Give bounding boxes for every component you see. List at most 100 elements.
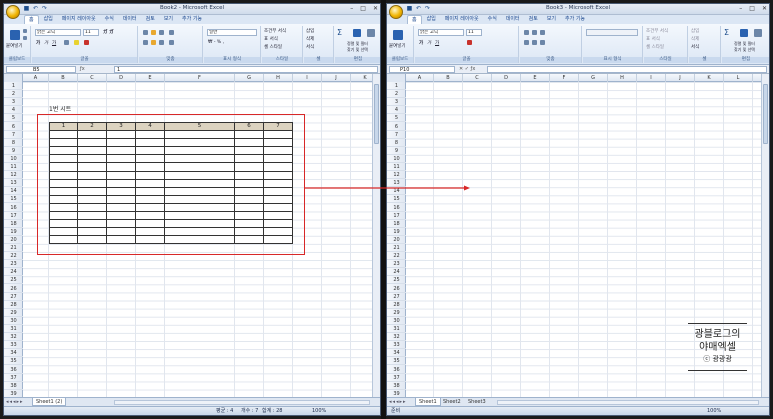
row-header[interactable]: 30 <box>4 317 23 325</box>
column-header[interactable]: J <box>666 74 695 82</box>
row-header[interactable]: 31 <box>4 325 23 334</box>
tab-review[interactable]: 검토 <box>142 15 159 24</box>
paste-icon[interactable] <box>393 30 403 40</box>
row-header[interactable]: 32 <box>4 333 23 342</box>
column-header[interactable]: E <box>521 74 550 82</box>
column-header[interactable]: G <box>579 74 608 82</box>
format-button[interactable]: 서식 <box>691 44 699 50</box>
autosum-icon[interactable]: Σ <box>724 28 729 37</box>
select-all-corner[interactable] <box>4 74 23 82</box>
sheet-tab[interactable]: Sheet1 (2) <box>32 398 67 406</box>
row-header[interactable]: 1 <box>4 82 23 91</box>
bold-icon[interactable]: 가 <box>36 40 40 46</box>
column-header[interactable]: J <box>322 74 351 82</box>
column-header[interactable]: C <box>463 74 492 82</box>
align-top-icon[interactable] <box>143 30 148 35</box>
row-header[interactable]: 35 <box>4 357 23 366</box>
column-header[interactable]: C <box>78 74 107 82</box>
row-header[interactable]: 19 <box>4 228 23 236</box>
row-header[interactable]: 30 <box>387 317 406 325</box>
name-box[interactable]: B5 <box>6 66 76 73</box>
row-header[interactable]: 1 <box>387 82 406 91</box>
table-format-button[interactable]: 표 서식 <box>646 36 660 42</box>
row-header[interactable]: 33 <box>387 341 406 350</box>
border-icon[interactable] <box>64 40 69 45</box>
conditional-format-button[interactable]: 조건부 서식 <box>264 28 286 34</box>
column-header[interactable]: M <box>753 74 761 82</box>
currency-icon[interactable]: ₩ - % , <box>208 40 224 45</box>
row-header[interactable]: 4 <box>4 106 23 115</box>
close-icon[interactable]: ✕ <box>762 4 767 14</box>
column-header[interactable]: G <box>235 74 264 82</box>
tab-insert[interactable]: 삽입 <box>40 15 57 24</box>
align-left-icon[interactable] <box>524 40 529 45</box>
horizontal-scrollbar[interactable] <box>114 400 370 405</box>
table-format-button[interactable]: 표 서식 <box>264 36 278 42</box>
row-header[interactable]: 16 <box>387 204 406 212</box>
delete-button[interactable]: 삭제 <box>306 36 314 42</box>
vertical-scrollbar[interactable] <box>761 74 769 397</box>
row-header[interactable]: 33 <box>4 341 23 350</box>
row-header[interactable]: 20 <box>387 236 406 244</box>
row-header[interactable]: 27 <box>4 293 23 301</box>
font-size-box[interactable]: 11 <box>466 29 482 36</box>
sheet-nav-icon[interactable]: ◂◂◂▸▸ <box>6 398 24 406</box>
row-header[interactable]: 10 <box>387 155 406 163</box>
column-header[interactable]: D <box>107 74 136 82</box>
column-header[interactable]: L <box>724 74 753 82</box>
fill-color-icon[interactable] <box>74 40 79 45</box>
row-header[interactable]: 2 <box>387 90 406 99</box>
row-header[interactable]: 20 <box>4 236 23 244</box>
fx-icon[interactable]: ƒx <box>80 66 85 73</box>
row-header[interactable]: 39 <box>387 390 406 397</box>
row-header[interactable]: 4 <box>387 106 406 115</box>
column-header[interactable]: I <box>637 74 666 82</box>
sort-filter-icon[interactable] <box>740 29 748 37</box>
column-header[interactable]: D <box>492 74 521 82</box>
tab-home[interactable]: 홈 <box>24 15 39 24</box>
maximize-icon[interactable]: □ <box>749 4 755 14</box>
row-header[interactable]: 3 <box>387 98 406 107</box>
row-header[interactable]: 16 <box>4 204 23 212</box>
row-header[interactable]: 18 <box>387 220 406 228</box>
align-bottom-icon[interactable] <box>159 30 164 35</box>
row-header[interactable]: 29 <box>4 309 23 317</box>
merge-icon[interactable] <box>169 40 174 45</box>
number-format-box[interactable]: 일반 <box>207 29 257 36</box>
row-header[interactable]: 2 <box>4 90 23 99</box>
row-header[interactable]: 39 <box>4 390 23 397</box>
cut-icon[interactable] <box>23 29 27 33</box>
row-header[interactable]: 31 <box>387 325 406 334</box>
sheet-tab[interactable]: Sheet1 <box>415 398 441 406</box>
grow-font-icon[interactable]: ガ ガ <box>103 29 114 35</box>
row-header[interactable]: 32 <box>387 333 406 342</box>
column-header[interactable]: I <box>293 74 322 82</box>
office-button[interactable] <box>389 5 403 19</box>
orientation-icon[interactable] <box>169 30 174 35</box>
row-header[interactable]: 6 <box>4 123 23 131</box>
row-header[interactable]: 25 <box>4 276 23 285</box>
align-middle-icon[interactable] <box>151 30 156 35</box>
row-header[interactable]: 8 <box>4 139 23 147</box>
sheet-nav-icon[interactable]: ◂◂◂▸▸ <box>389 398 407 406</box>
sort-filter-icon[interactable] <box>353 29 361 37</box>
tab-formulas[interactable]: 수식 <box>484 15 501 24</box>
row-header[interactable]: 17 <box>387 212 406 220</box>
sheet-tab[interactable]: Sheet2 <box>440 398 464 406</box>
italic-icon[interactable]: 가 <box>427 40 431 46</box>
align-center-icon[interactable] <box>532 40 537 45</box>
column-header[interactable]: E <box>136 74 165 82</box>
column-header[interactable]: F <box>550 74 579 82</box>
scroll-thumb[interactable] <box>763 84 768 144</box>
tab-data[interactable]: 데이터 <box>502 15 524 24</box>
row-header[interactable]: 14 <box>4 187 23 196</box>
row-header[interactable]: 35 <box>387 357 406 366</box>
row-header[interactable]: 24 <box>4 268 23 277</box>
row-header[interactable]: 18 <box>4 220 23 228</box>
autosum-icon[interactable]: Σ <box>337 28 342 37</box>
vertical-scrollbar[interactable] <box>372 74 380 397</box>
maximize-icon[interactable]: □ <box>360 4 366 14</box>
tab-formulas[interactable]: 수식 <box>101 15 118 24</box>
row-header[interactable]: 13 <box>4 179 23 188</box>
row-header[interactable]: 34 <box>4 349 23 358</box>
